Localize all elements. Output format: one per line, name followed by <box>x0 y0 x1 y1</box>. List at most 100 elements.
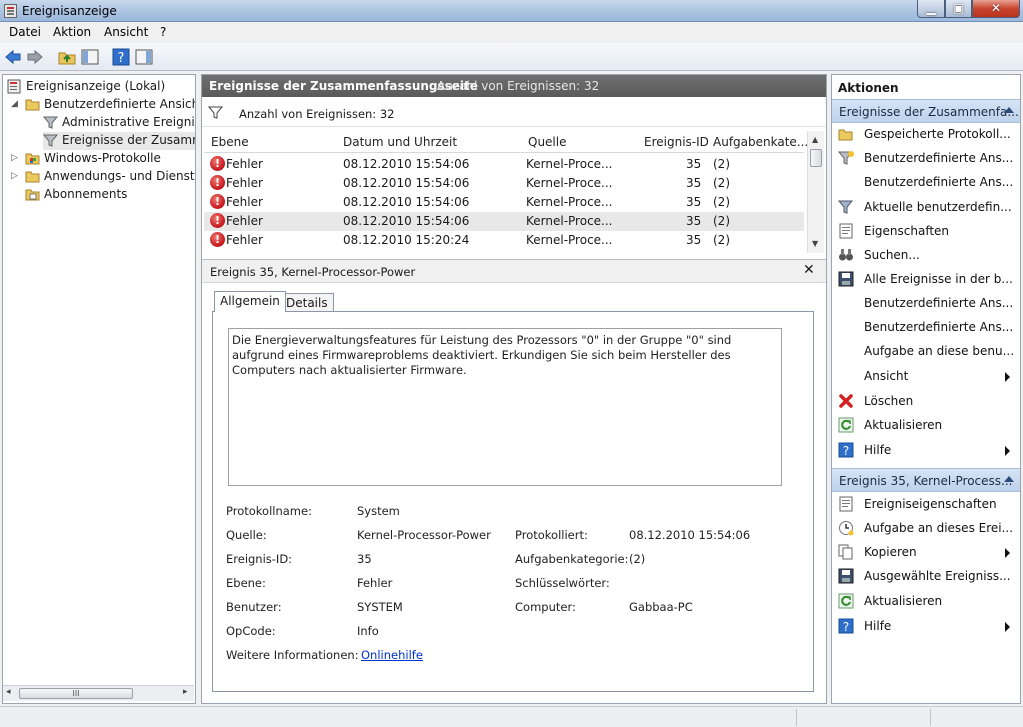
scroll-thumb[interactable]: III <box>19 688 133 699</box>
value-protokolliert: 08.12.2010 15:54:06 <box>629 528 751 542</box>
table-row[interactable]: ! Fehler 08.12.2010 15:54:06 Kernel-Proc… <box>204 193 804 212</box>
close-detail-icon[interactable]: ✕ <box>803 262 815 278</box>
action-copy[interactable]: Kopieren <box>832 541 1020 563</box>
action-label: Ereigniseigenschaften <box>864 497 997 511</box>
center-pane: Ereignisse der Zusammenfassungsseite Anz… <box>201 74 827 704</box>
action-label: Benutzerdefinierte Ans... <box>864 320 1014 334</box>
cell-source: Kernel-Proce... <box>526 233 613 247</box>
tree-item-admin-events[interactable]: Administrative Ereignisse <box>43 114 195 132</box>
action-open-saved-log[interactable]: Gespeicherte Protokoll... <box>832 123 1020 145</box>
scroll-up-icon[interactable]: ▲ <box>812 135 818 144</box>
detail-header: Ereignis 35, Kernel-Processor-Power ✕ <box>202 259 826 283</box>
collapse-up-icon[interactable] <box>1004 476 1014 482</box>
col-quelle[interactable]: Quelle <box>528 135 566 149</box>
scroll-down-icon[interactable]: ▼ <box>812 239 818 248</box>
tree-item-windows-logs[interactable]: Windows-Protokolle <box>25 150 195 168</box>
collapse-up-icon[interactable] <box>1004 107 1014 113</box>
action-attach-task-event[interactable]: Aufgabe an dieses Erei... <box>832 517 1020 539</box>
table-row[interactable]: ! Fehler 08.12.2010 15:20:24 Kernel-Proc… <box>204 231 804 250</box>
collapse-arrow-icon[interactable]: ◢ <box>11 99 18 109</box>
col-datum[interactable]: Datum und Uhrzeit <box>343 135 457 149</box>
action-label: Hilfe <box>864 619 892 633</box>
expand-arrow-icon[interactable]: ▷ <box>11 153 18 163</box>
help-icon: ? <box>838 618 854 634</box>
col-aufgabenkategorie[interactable]: Aufgabenkate... <box>713 135 808 149</box>
action-refresh-event[interactable]: Aktualisieren <box>832 590 1020 612</box>
submenu-arrow-icon <box>1005 446 1010 456</box>
close-button[interactable]: ✕ <box>972 0 1020 18</box>
tab-allgemein[interactable]: Allgemein <box>214 291 286 312</box>
action-save-selected-events[interactable]: Ausgewählte Ereigniss... <box>832 565 1020 587</box>
tree-item-subscriptions[interactable]: Abonnements <box>25 186 195 204</box>
action-create-custom-view[interactable]: Benutzerdefinierte Ans... <box>832 147 1020 169</box>
action-label: Eigenschaften <box>864 224 950 238</box>
col-ereignis-id[interactable]: Ereignis-ID <box>644 135 709 149</box>
online-help-link[interactable]: Onlinehilfe <box>361 648 423 662</box>
tree-horizontal-scrollbar[interactable]: ◂ III ▸ <box>3 685 194 701</box>
cell-id: 35 <box>686 157 702 171</box>
table-row[interactable]: ! Fehler 08.12.2010 15:54:06 Kernel-Proc… <box>204 174 804 193</box>
cell-date: 08.12.2010 15:54:06 <box>343 176 470 190</box>
tree-item-custom-views[interactable]: Benutzerdefinierte Ansichten <box>25 96 195 114</box>
folder-up-icon[interactable] <box>58 48 76 66</box>
action-filter-current-view[interactable]: Aktuelle benutzerdefin... <box>832 196 1020 218</box>
action-label: Benutzerdefinierte Ans... <box>864 151 1014 165</box>
menu-aktion[interactable]: Aktion <box>53 25 91 39</box>
show-hide-tree-icon[interactable] <box>81 48 99 66</box>
scroll-right-icon[interactable]: ▸ <box>183 687 188 697</box>
col-ebene[interactable]: Ebene <box>211 135 249 149</box>
menu-help[interactable]: ? <box>160 25 166 39</box>
action-event-properties[interactable]: Ereigniseigenschaften <box>832 493 1020 515</box>
table-row-selected[interactable]: ! Fehler 08.12.2010 15:54:06 Kernel-Proc… <box>204 212 804 231</box>
scroll-left-icon[interactable]: ◂ <box>6 687 11 697</box>
action-import-custom-view[interactable]: Benutzerdefinierte Ans... <box>832 171 1020 193</box>
action-find[interactable]: Suchen... <box>832 244 1020 266</box>
action-delete[interactable]: Löschen <box>832 390 1020 412</box>
cell-date: 08.12.2010 15:20:24 <box>343 233 470 247</box>
tree-label: Ereignisanzeige (Lokal) <box>26 79 166 93</box>
tree-item-summary-events[interactable]: Ereignisse der Zusammenfassungsseite <box>43 132 195 150</box>
action-export-custom-view[interactable]: Benutzerdefinierte Ans... <box>832 292 1020 314</box>
navigation-tree: Ereignisanzeige (Lokal) ◢ Benutzerdefini… <box>2 74 196 704</box>
tab-details[interactable]: Details <box>280 293 334 312</box>
filter-count: Anzahl von Ereignissen: 32 <box>239 107 395 121</box>
action-copy-custom-view[interactable]: Benutzerdefinierte Ans... <box>832 316 1020 338</box>
action-help-event[interactable]: ? Hilfe <box>832 615 1020 637</box>
cell-source: Kernel-Proce... <box>526 214 613 228</box>
action-view-menu[interactable]: Ansicht <box>832 365 1020 387</box>
cell-level: Fehler <box>226 214 263 228</box>
tree-item-root[interactable]: Ereignisanzeige (Lokal) <box>7 78 195 96</box>
forward-arrow-icon[interactable] <box>26 48 44 66</box>
tree-label: Anwendungs- und Dienstprotokolle <box>44 169 195 183</box>
section-summary-events[interactable]: Ereignisse der Zusammenfa... <box>832 99 1020 123</box>
event-list-scrollbar[interactable]: ▲ ▼ <box>807 131 824 253</box>
cell-level: Fehler <box>226 157 263 171</box>
label-computer: Computer: <box>515 600 576 614</box>
open-folder-icon <box>838 129 853 141</box>
action-help[interactable]: ? Hilfe <box>832 439 1020 461</box>
label-opcode: OpCode: <box>226 624 276 638</box>
filter-icon <box>208 106 223 119</box>
cell-date: 08.12.2010 15:54:06 <box>343 214 470 228</box>
action-refresh[interactable]: Aktualisieren <box>832 414 1020 436</box>
expand-arrow-icon[interactable]: ▷ <box>11 171 18 181</box>
action-properties[interactable]: Eigenschaften <box>832 220 1020 242</box>
table-row[interactable]: ! Fehler 08.12.2010 15:54:06 Kernel-Proc… <box>204 155 804 174</box>
help-icon[interactable]: ? <box>112 48 130 66</box>
cell-level: Fehler <box>226 195 263 209</box>
show-hide-actions-icon[interactable] <box>135 48 153 66</box>
scroll-thumb[interactable] <box>810 149 822 167</box>
maximize-button[interactable]: ▣ <box>945 0 972 18</box>
tree-item-app-service-logs[interactable]: Anwendungs- und Dienstprotokolle <box>25 168 195 186</box>
cell-task: (2) <box>713 157 730 171</box>
menu-ansicht[interactable]: Ansicht <box>104 25 148 39</box>
label-protokollname: Protokollname: <box>226 504 312 518</box>
action-attach-task[interactable]: Aufgabe an diese benu... <box>832 340 1020 362</box>
menu-datei[interactable]: Datei <box>9 25 41 39</box>
action-save-all-events[interactable]: Alle Ereignisse in der b... <box>832 268 1020 290</box>
minimize-button[interactable]: ▁ <box>917 0 945 18</box>
folder-icon <box>25 171 40 183</box>
value-protokollname: System <box>357 504 400 518</box>
back-arrow-icon[interactable] <box>4 48 22 66</box>
section-event-35[interactable]: Ereignis 35, Kernel-Process... <box>832 468 1020 492</box>
